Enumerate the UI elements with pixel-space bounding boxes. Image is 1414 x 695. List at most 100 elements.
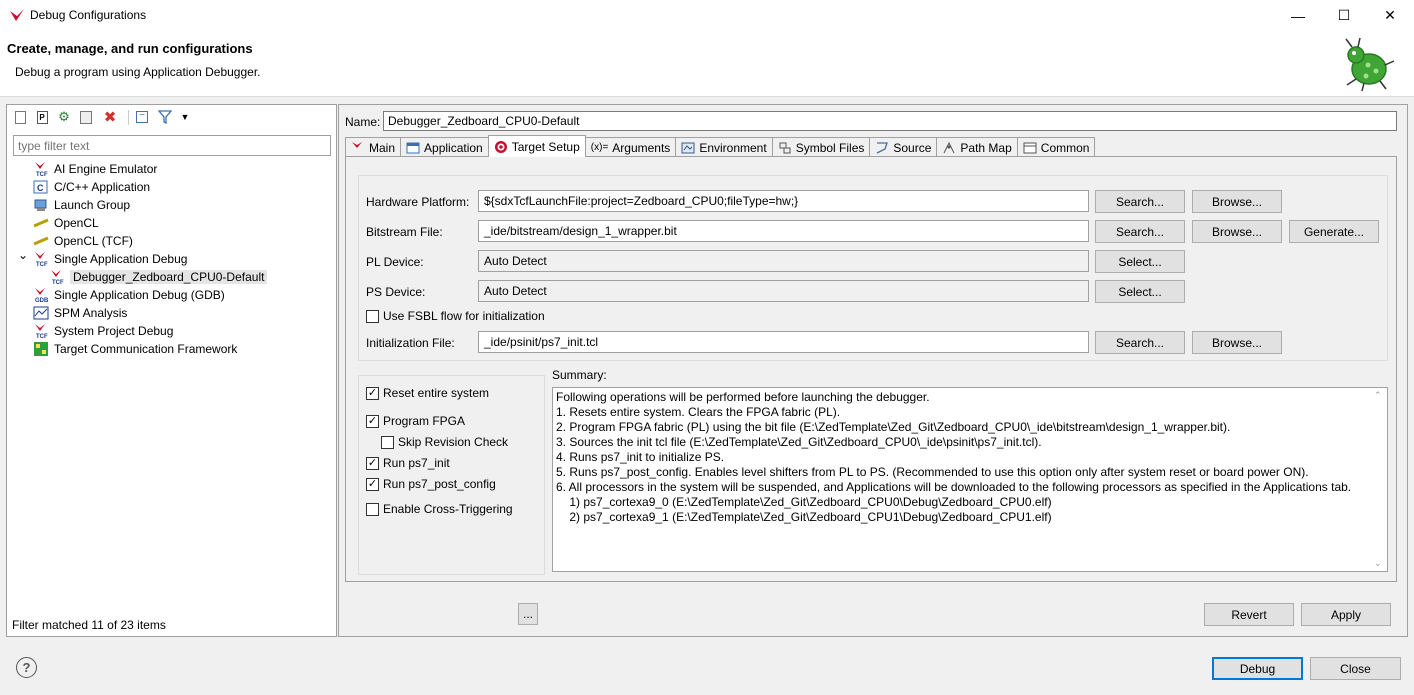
pl-device-field[interactable]: Auto Detect xyxy=(478,250,1089,272)
tab-main[interactable]: Main xyxy=(345,137,402,157)
tab-environment[interactable]: Environment xyxy=(675,137,773,157)
close-button[interactable]: Close xyxy=(1310,657,1401,680)
tree-item[interactable]: Target Communication Framework xyxy=(7,340,336,358)
tree-item-label: Launch Group xyxy=(54,198,131,212)
bitstream-browse-button[interactable]: Browse... xyxy=(1192,220,1282,243)
ps-device-field[interactable]: Auto Detect xyxy=(478,280,1089,302)
tab-source[interactable]: Source xyxy=(869,137,938,157)
minimize-button[interactable]: — xyxy=(1275,0,1321,31)
new-prototype-button[interactable]: P xyxy=(34,109,50,125)
tab-target-setup[interactable]: Target Setup xyxy=(487,135,586,157)
scroll-down-icon[interactable]: ⌄ xyxy=(1374,558,1382,569)
ps-device-select-button[interactable]: Select... xyxy=(1095,280,1185,303)
environment-tab-icon xyxy=(681,141,695,155)
fsbl-checkbox-row[interactable]: Use FSBL flow for initialization xyxy=(366,309,545,323)
option-checkbox[interactable]: ✓ xyxy=(366,414,379,428)
init-file-field[interactable]: _ide/psinit/ps7_init.tcl xyxy=(478,331,1089,353)
option-label: Program FPGA xyxy=(383,414,466,428)
tree-item-label: C/C++ Application xyxy=(54,180,151,194)
summary-text-area[interactable]: Following operations will be performed b… xyxy=(552,387,1388,572)
maximize-button[interactable]: ☐ xyxy=(1321,0,1367,31)
summary-line: 4. Runs ps7_init to initialize PS. xyxy=(556,450,725,464)
window-title: Debug Configurations xyxy=(30,8,147,22)
collapse-all-icon: − xyxy=(136,111,148,123)
export-button[interactable]: ⚙ xyxy=(56,109,72,125)
view-menu-button[interactable]: ▼ xyxy=(177,109,193,125)
option-checkbox[interactable]: ✓ xyxy=(366,477,379,491)
c-app-icon: C xyxy=(33,179,49,195)
tree-item-label: Single Application Debug (GDB) xyxy=(54,288,225,302)
tree-item[interactable]: TCF System Project Debug xyxy=(7,322,336,340)
chevron-down-icon[interactable]: ⌄ xyxy=(18,248,28,262)
tree-item[interactable]: C C/C++ Application xyxy=(7,178,336,196)
opencl-tcf-icon xyxy=(33,233,49,249)
tab-arguments[interactable]: (x)= Arguments xyxy=(584,137,677,157)
fsbl-checkbox[interactable] xyxy=(366,309,379,323)
title-bar: Debug Configurations — ☐ ✕ xyxy=(0,0,1414,31)
symbol-files-tab-icon xyxy=(778,141,792,155)
tree-item[interactable]: TCF AI Engine Emulator xyxy=(7,160,336,178)
scroll-up-icon[interactable]: ⌃ xyxy=(1374,390,1382,401)
filter-input[interactable] xyxy=(13,135,331,156)
bug-icon xyxy=(1338,35,1396,93)
tree-item[interactable]: OpenCL xyxy=(7,214,336,232)
duplicate-button[interactable] xyxy=(78,109,94,125)
new-config-button[interactable] xyxy=(12,109,28,125)
summary-label: Summary: xyxy=(552,368,607,382)
option-row[interactable]: ✓ Reset entire system xyxy=(366,386,489,400)
tree-item[interactable]: Launch Group xyxy=(7,196,336,214)
option-checkbox[interactable] xyxy=(381,435,394,449)
tab-label: Arguments xyxy=(612,140,671,155)
tab-label: Source xyxy=(893,140,932,155)
option-row[interactable]: Skip Revision Check xyxy=(381,435,508,449)
tab-path-map[interactable]: Path Map xyxy=(936,137,1018,157)
init-file-search-button[interactable]: Search... xyxy=(1095,331,1185,354)
hardware-platform-field[interactable]: ${sdxTcfLaunchFile:project=Zedboard_CPU0… xyxy=(478,190,1089,212)
tab-application[interactable]: Application xyxy=(400,137,489,157)
bitstream-search-button[interactable]: Search... xyxy=(1095,220,1185,243)
pl-device-label: PL Device: xyxy=(366,255,424,269)
tree-item[interactable]: GDB Single Application Debug (GDB) xyxy=(7,286,336,304)
bitstream-field[interactable]: _ide/bitstream/design_1_wrapper.bit xyxy=(478,220,1089,242)
cross-trigger-options-button[interactable]: ... xyxy=(518,603,538,625)
filter-status: Filter matched 11 of 23 items xyxy=(12,618,166,632)
app-logo-icon xyxy=(9,8,25,24)
help-icon[interactable]: ? xyxy=(16,657,37,678)
init-file-browse-button[interactable]: Browse... xyxy=(1192,331,1282,354)
hardware-platform-browse-button[interactable]: Browse... xyxy=(1192,190,1282,213)
option-checkbox[interactable]: ✓ xyxy=(366,456,379,470)
main-tab-icon xyxy=(351,141,365,155)
minimize-icon: — xyxy=(1291,7,1305,24)
tree-item[interactable]: TCF Debugger_Zedboard_CPU0-Default xyxy=(7,268,336,286)
debug-button[interactable]: Debug xyxy=(1212,657,1303,680)
option-row[interactable]: ✓ Run ps7_post_config xyxy=(366,477,496,491)
tree-item[interactable]: OpenCL (TCF) xyxy=(7,232,336,250)
filter-button[interactable] xyxy=(157,109,173,125)
hardware-platform-search-button[interactable]: Search... xyxy=(1095,190,1185,213)
apply-button[interactable]: Apply xyxy=(1301,603,1391,626)
tree-item[interactable]: SPM Analysis xyxy=(7,304,336,322)
revert-button[interactable]: Revert xyxy=(1204,603,1294,626)
delete-button[interactable]: ✖ xyxy=(102,109,118,126)
tab-common[interactable]: Common xyxy=(1016,137,1096,157)
config-name-input[interactable]: Debugger_Zedboard_CPU0-Default xyxy=(383,111,1397,131)
common-tab-icon xyxy=(1023,141,1037,155)
collapse-all-button[interactable]: − xyxy=(134,109,150,125)
summary-scrollbar[interactable]: ⌃ ⌄ xyxy=(1370,388,1387,571)
option-row[interactable]: ✓ Run ps7_init xyxy=(366,456,450,470)
delete-icon: ✖ xyxy=(103,109,117,126)
option-checkbox[interactable] xyxy=(366,502,379,516)
option-row[interactable]: ✓ Program FPGA xyxy=(366,414,465,428)
header-subtitle: Debug a program using Application Debugg… xyxy=(15,65,261,79)
summary-line: 3. Sources the init tcl file (E:\ZedTemp… xyxy=(556,435,1042,449)
option-checkbox[interactable]: ✓ xyxy=(366,386,379,400)
close-window-button[interactable]: ✕ xyxy=(1367,0,1413,31)
pl-device-select-button[interactable]: Select... xyxy=(1095,250,1185,273)
close-icon: ✕ xyxy=(1384,7,1396,23)
tab-symbol-files[interactable]: Symbol Files xyxy=(771,137,871,157)
tree-item[interactable]: ⌄ TCF Single Application Debug xyxy=(7,248,336,268)
option-label: Enable Cross-Triggering xyxy=(383,502,513,516)
option-row[interactable]: Enable Cross-Triggering xyxy=(366,502,513,516)
bitstream-generate-button[interactable]: Generate... xyxy=(1289,220,1379,243)
tab-label: Path Map xyxy=(960,140,1012,155)
